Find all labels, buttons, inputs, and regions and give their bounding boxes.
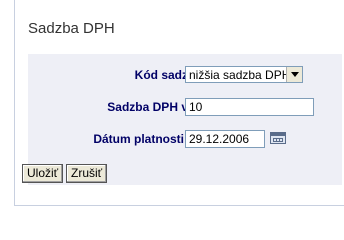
- sadzba-input[interactable]: 10: [185, 98, 314, 116]
- calendar-icon[interactable]: [270, 132, 286, 144]
- kod-sadzby-select[interactable]: nižšia sadzba DPH: [185, 66, 303, 83]
- chevron-down-icon[interactable]: [286, 67, 302, 82]
- page-title: Sadzba DPH: [28, 20, 115, 37]
- dph-form: Kód sadzby: nižšia sadzba DPH Sadzba DPH…: [22, 54, 342, 185]
- save-button[interactable]: Uložiť: [22, 164, 64, 183]
- datum-input[interactable]: 29.12.2006: [185, 130, 265, 148]
- cancel-button[interactable]: Zrušiť: [66, 164, 108, 183]
- kod-sadzby-value: nižšia sadzba DPH: [189, 68, 291, 82]
